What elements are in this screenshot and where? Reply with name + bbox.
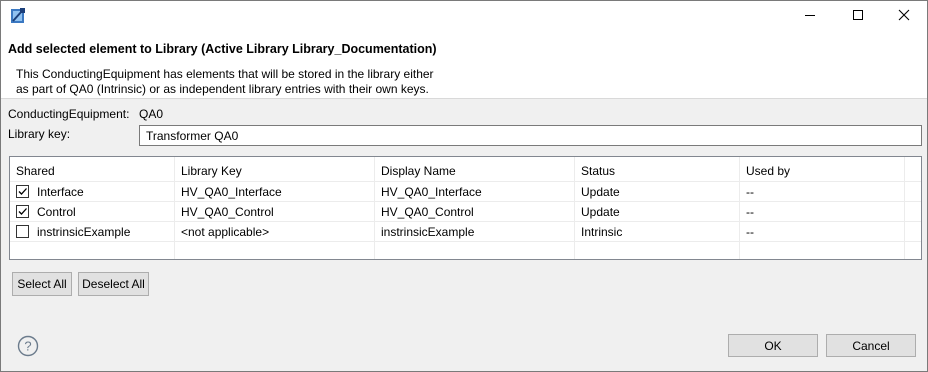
table-cell: --	[746, 225, 754, 239]
title-bar	[1, 1, 927, 33]
table-cell: instrinsicExample	[37, 225, 131, 239]
checkmark-icon	[18, 208, 27, 215]
table-cell: HV_QA0_Interface	[181, 185, 282, 199]
table-cell: Intrinsic	[581, 225, 623, 239]
dialog-title: Add selected element to Library (Active …	[8, 42, 437, 56]
table-cell: --	[746, 205, 754, 219]
shared-checkbox-interface[interactable]	[16, 185, 29, 198]
description-line-2: as part of QA0 (Intrinsic) or as indepen…	[16, 82, 429, 96]
checkmark-icon	[18, 188, 27, 195]
svg-text:?: ?	[24, 339, 31, 354]
table-cell: Control	[37, 205, 76, 219]
eclipse-app-icon	[10, 8, 26, 24]
ok-button[interactable]: OK	[728, 334, 818, 357]
table-cell: instrinsicExample	[381, 225, 475, 239]
equipment-label: ConductingEquipment:	[8, 107, 130, 121]
elements-table: Shared Library Key Display Name Status U…	[9, 156, 922, 260]
row-divider	[10, 241, 921, 242]
equipment-value: QA0	[139, 107, 164, 121]
maximize-icon	[852, 9, 864, 24]
dialog-window: Add selected element to Library (Active …	[0, 0, 928, 372]
table-cell: HV_QA0_Control	[181, 205, 274, 219]
row-divider	[10, 201, 921, 202]
table-cell: --	[746, 185, 754, 199]
library-key-input[interactable]	[139, 125, 922, 146]
help-icon[interactable]: ?	[17, 335, 39, 357]
maximize-button[interactable]	[835, 1, 881, 32]
table-cell: HV_QA0_Interface	[381, 185, 482, 199]
header-library-key[interactable]: Library Key	[181, 164, 242, 178]
deselect-all-button[interactable]: Deselect All	[78, 272, 149, 296]
table-cell: Update	[581, 205, 620, 219]
cancel-button[interactable]: Cancel	[826, 334, 916, 357]
minimize-icon	[804, 9, 816, 24]
row-divider	[10, 181, 921, 182]
dialog-description: This ConductingEquipment has elements th…	[16, 67, 516, 97]
header-shared[interactable]: Shared	[16, 164, 55, 178]
close-icon	[898, 9, 910, 24]
table-cell: <not applicable>	[181, 225, 270, 239]
header-used-by[interactable]: Used by	[746, 164, 790, 178]
table-cell: Interface	[37, 185, 84, 199]
table-cell: Update	[581, 185, 620, 199]
header-display-name[interactable]: Display Name	[381, 164, 456, 178]
close-button[interactable]	[881, 1, 927, 32]
shared-checkbox-instrinsic-example[interactable]	[16, 225, 29, 238]
description-line-1: This ConductingEquipment has elements th…	[16, 67, 434, 81]
shared-checkbox-control[interactable]	[16, 205, 29, 218]
minimize-button[interactable]	[787, 1, 833, 32]
row-divider	[10, 221, 921, 222]
dialog-header: Add selected element to Library (Active …	[1, 33, 927, 99]
library-key-label: Library key:	[8, 127, 71, 141]
select-all-button[interactable]: Select All	[12, 272, 72, 296]
header-status[interactable]: Status	[581, 164, 615, 178]
table-cell: HV_QA0_Control	[381, 205, 474, 219]
